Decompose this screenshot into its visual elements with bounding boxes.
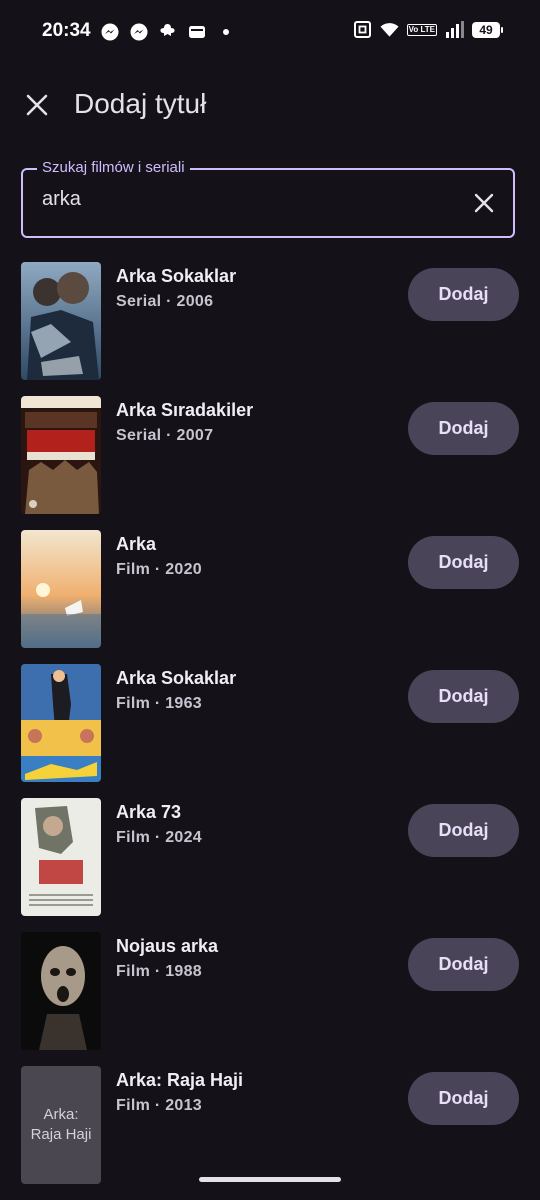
messenger-icon [129,22,148,41]
result-item[interactable]: Arka Sıradakiler Serial · 2007 Dodaj [0,396,540,530]
wifi-icon [380,20,399,39]
wallet-icon [187,22,206,41]
result-title: Arka Sokaklar [116,266,237,286]
result-meta: Serial · 2006 [116,293,214,310]
poster-image [21,530,101,648]
result-meta: Film · 1963 [116,695,203,712]
result-meta: Film · 2020 [116,561,203,578]
result-item[interactable]: Arka Sokaklar Film · 1963 Dodaj [0,664,540,798]
top-app-bar: Dodaj tytuł [0,62,540,148]
add-button[interactable]: Dodaj [408,1072,519,1125]
result-item[interactable]: Arka Sokaklar Serial · 2006 Dodaj [0,262,540,396]
result-meta: Serial · 2007 [116,427,214,444]
battery-icon: 49 [472,21,503,38]
search-label: Szukaj filmów i seriali [37,159,190,176]
status-time: 20:34 [42,20,91,41]
poster-placeholder: Arka: Raja Haji [21,1066,101,1184]
add-button[interactable]: Dodaj [408,938,519,991]
clear-icon [474,193,494,213]
search-field[interactable]: Szukaj filmów i seriali [21,159,515,238]
notification-icons [100,22,235,41]
result-title: Nojaus arka [116,936,219,956]
add-button[interactable]: Dodaj [408,536,519,589]
add-button[interactable]: Dodaj [408,268,519,321]
poster-image [21,798,101,916]
status-bar: 20:34 Vo LTE 49 [0,0,540,62]
messenger-icon [100,22,119,41]
system-icons: Vo LTE 49 [353,20,503,39]
result-title: Arka Sokaklar [116,668,237,688]
dot-icon [216,22,235,41]
add-button[interactable]: Dodaj [408,670,519,723]
add-button[interactable]: Dodaj [408,804,519,857]
poster-image [21,664,101,782]
result-title: Arka: Raja Haji [116,1070,244,1090]
result-title: Arka Sıradakiler [116,400,254,420]
close-button[interactable] [22,90,52,120]
result-meta: Film · 2024 [116,829,203,846]
poster-placeholder-text: Arka: Raja Haji [30,1106,92,1143]
add-button[interactable]: Dodaj [408,402,519,455]
nfc-icon [353,20,372,39]
search-input[interactable] [42,188,452,211]
result-item[interactable]: Arka Film · 2020 Dodaj [0,530,540,664]
result-title: Arka [116,534,157,554]
close-icon [26,94,48,116]
clear-search-button[interactable] [471,190,497,216]
app-notification-icon [158,22,177,41]
results-list: Arka Sokaklar Serial · 2006 Dodaj Arka S… [0,262,540,1200]
poster-image [21,262,101,380]
volte-icon: Vo LTE [406,23,437,36]
signal-icon [445,20,464,39]
result-item[interactable]: Arka 73 Film · 2024 Dodaj [0,798,540,932]
result-title: Arka 73 [116,802,182,822]
result-meta: Film · 1988 [116,963,203,980]
page-title: Dodaj tytuł [74,88,207,119]
home-indicator[interactable] [199,1177,341,1182]
poster-image [21,396,101,514]
result-meta: Film · 2013 [116,1097,203,1114]
poster-image [21,932,101,1050]
result-item[interactable]: Nojaus arka Film · 1988 Dodaj [0,932,540,1066]
